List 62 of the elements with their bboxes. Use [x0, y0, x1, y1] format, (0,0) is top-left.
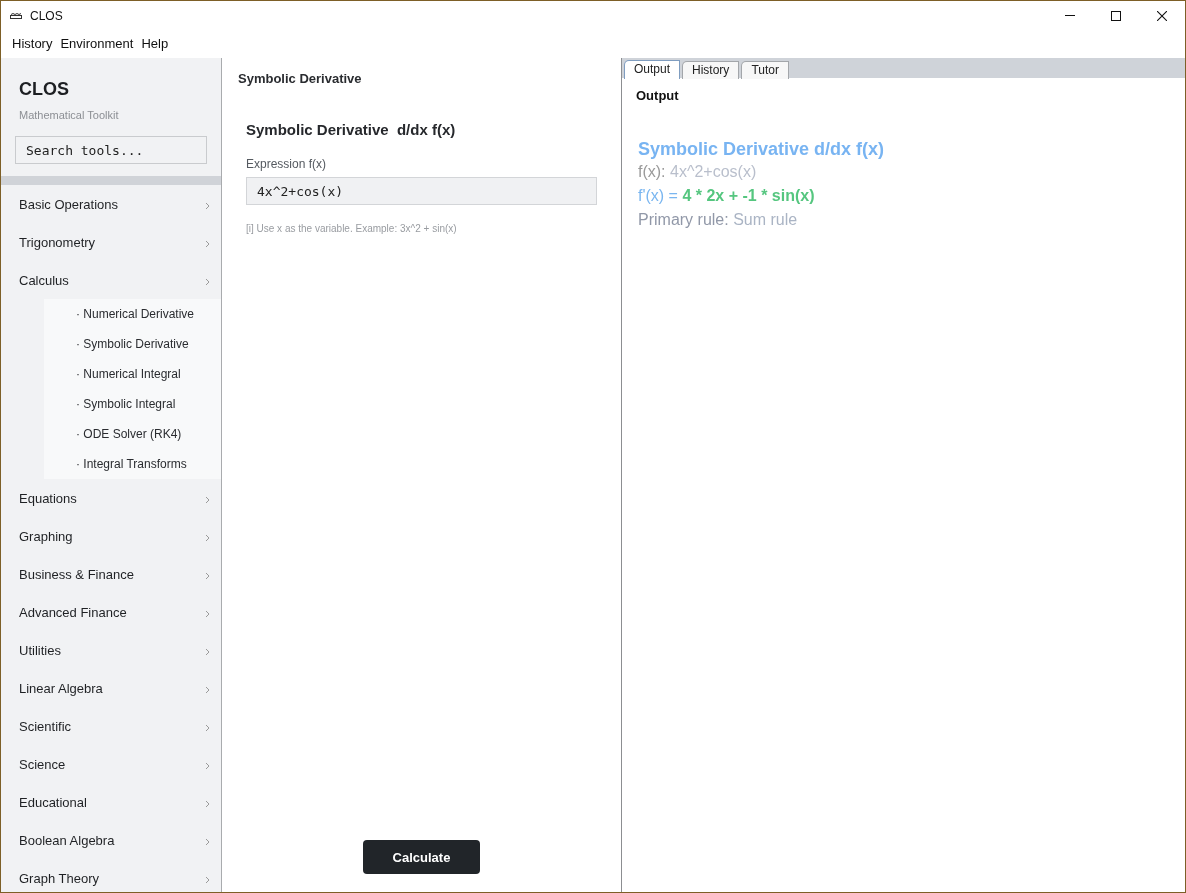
result-value: Sum rule	[733, 211, 798, 228]
chevron-icon	[205, 201, 210, 210]
tool-title: Symbolic Derivative d/dx f(x)	[246, 121, 457, 139]
menu-item[interactable]: History	[8, 35, 57, 53]
app-subtitle: Mathematical Toolkit	[19, 108, 120, 122]
tab[interactable]: Output	[624, 60, 681, 79]
sidebar-item[interactable]: Utilities	[1, 631, 221, 669]
chevron-icon	[205, 495, 210, 504]
chevron-icon	[205, 533, 210, 542]
chevron-icon	[205, 799, 210, 808]
result-label: Primary rule:	[638, 211, 729, 228]
sidebar-item[interactable]: Trigonometry	[1, 223, 221, 261]
sidebar-item[interactable]: Graph Theory	[1, 859, 221, 892]
result-label: f'(x) =	[638, 187, 678, 204]
sidebar-item[interactable]: Advanced Finance	[1, 593, 221, 631]
chevron-icon	[205, 837, 210, 846]
calculate-button[interactable]: Calculate	[363, 840, 480, 874]
sidebar-item[interactable]: Boolean Algebra	[1, 821, 221, 859]
sidebar-item[interactable]: Educational	[1, 783, 221, 821]
maximize-icon	[1111, 10, 1121, 21]
sidebar-item[interactable]: Equations	[1, 479, 221, 517]
minimize-icon	[1065, 15, 1075, 16]
sidebar-item[interactable]: Graphing	[1, 517, 221, 555]
hint-text: [i] Use x as the variable. Example: 3x^2 + sin(x)	[246, 222, 458, 235]
sidebar-subitem[interactable]: · Numerical Derivative	[44, 299, 221, 329]
result-title: Symbolic Derivative d/dx f(x)	[637, 138, 886, 160]
chevron-icon	[205, 609, 210, 618]
sidebar-subitem[interactable]: · ODE Solver (RK4)	[44, 419, 221, 449]
sidebar-item[interactable]: Science	[1, 745, 221, 783]
sidebar-subitem[interactable]: · Integral Transforms	[44, 449, 221, 479]
keyboard-icon	[10, 12, 22, 19]
output-heading: Output	[636, 88, 680, 104]
chevron-icon	[205, 239, 210, 248]
sidebar-subitem[interactable]: · Numerical Integral	[44, 359, 221, 389]
result-label: f(x):	[638, 163, 666, 180]
chevron-icon	[205, 277, 210, 286]
result-value: 4x^2+cos(x)	[670, 163, 757, 180]
search-field[interactable]: Search tools...	[15, 136, 207, 164]
chevron-icon	[205, 685, 210, 694]
sidebar-subitem[interactable]: · Symbolic Derivative	[44, 329, 221, 359]
window-title: CLOS	[30, 8, 63, 23]
sidebar-item[interactable]: Linear Algebra	[1, 669, 221, 707]
chevron-icon	[205, 571, 210, 580]
sidebar-item[interactable]: Basic Operations	[1, 185, 221, 223]
app-name: CLOS	[19, 78, 70, 100]
tab[interactable]: History	[682, 61, 740, 79]
menu-item[interactable]: Help	[137, 35, 173, 53]
sidebar-item[interactable]: Scientific	[1, 707, 221, 745]
result-value: 4 * 2x + -1 * sin(x)	[682, 187, 815, 204]
panel-heading: Symbolic Derivative	[238, 71, 363, 87]
chevron-icon	[205, 723, 210, 732]
sidebar-item[interactable]: Business & Finance	[1, 555, 221, 593]
sidebar-item[interactable]: Calculus	[1, 261, 221, 299]
chevron-icon	[205, 647, 210, 656]
expression-field[interactable]: 4x^2+cos(x)	[246, 177, 597, 205]
field-label: Expression f(x)	[246, 157, 328, 172]
sidebar-subitem[interactable]: · Symbolic Integral	[44, 389, 221, 419]
close-icon	[1157, 10, 1167, 21]
menu-item[interactable]: Environment	[56, 35, 138, 53]
tab[interactable]: Tutor	[741, 61, 789, 79]
chevron-icon	[205, 875, 210, 884]
chevron-icon	[205, 761, 210, 770]
